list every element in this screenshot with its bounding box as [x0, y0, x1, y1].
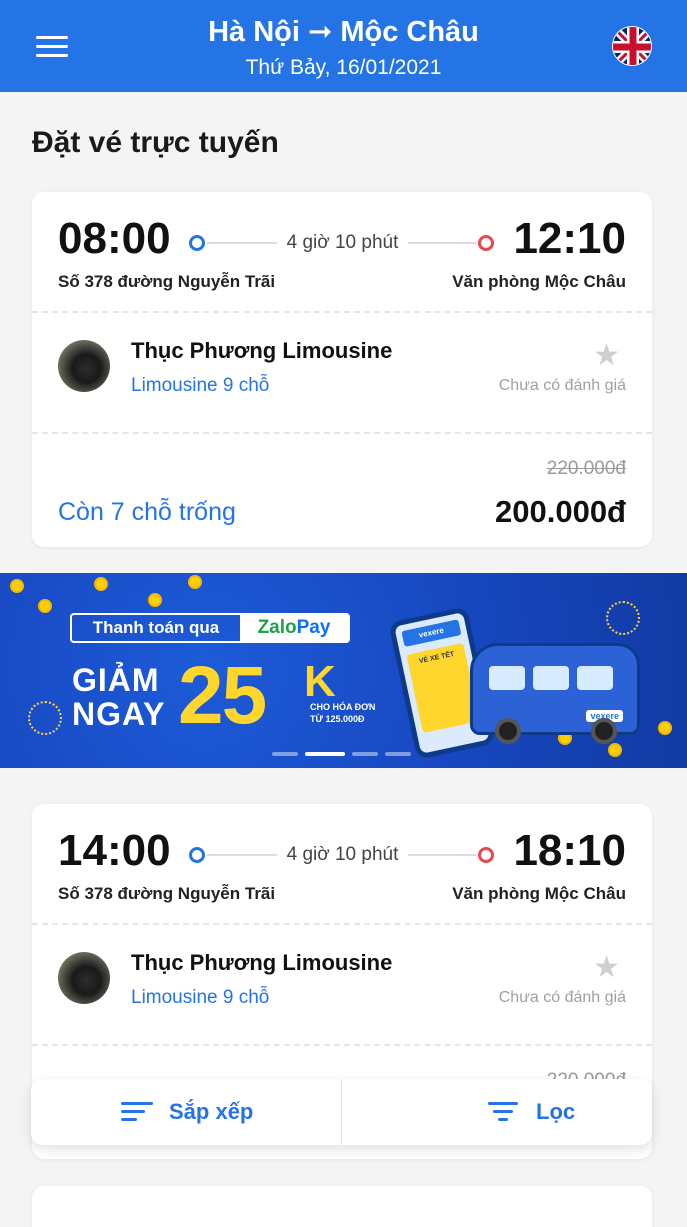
promo-condition-line2: TỪ 125.000Đ — [310, 714, 365, 724]
departure-time: 14:00 — [58, 826, 171, 875]
sort-filter-bar: Sắp xếp Lọc — [31, 1079, 652, 1145]
promo-headline-line2: NGAY — [72, 696, 166, 732]
phone-app-header: vexere — [401, 619, 462, 647]
uk-flag-icon[interactable] — [612, 26, 652, 66]
arrival-place: Văn phòng Mộc Châu — [452, 272, 626, 291]
firework-icon — [606, 601, 640, 635]
route-line — [207, 854, 277, 856]
bus-window — [533, 666, 569, 690]
carousel-dot-active[interactable] — [305, 752, 345, 756]
star-icon: ★ — [593, 951, 620, 984]
bus-window — [489, 666, 525, 690]
promo-amount: 25 — [178, 650, 267, 741]
blossom-icon — [150, 595, 160, 605]
blossom-icon — [190, 577, 200, 587]
blossom-icon — [610, 745, 620, 755]
promo-banner[interactable]: Thanh toán qua ZaloPay GIẢM NGAY 25 K CH… — [0, 573, 687, 768]
rating-text: Chưa có đánh giá — [498, 989, 626, 1006]
route-title: Hà Nội ➞ Mộc Châu — [208, 16, 479, 48]
route-line — [207, 242, 277, 244]
sort-icon — [121, 1102, 153, 1122]
carousel-dot[interactable] — [385, 752, 411, 756]
blossom-icon — [12, 581, 22, 591]
zalopay-logo-zalo: Zalo — [257, 617, 297, 638]
promo-condition-line1: CHO HÓA ĐƠN — [310, 702, 376, 712]
ticket-price: 200.000đ — [495, 494, 626, 529]
wheel-icon — [495, 718, 521, 744]
divider — [32, 1044, 652, 1046]
trip-card[interactable] — [32, 1186, 652, 1227]
arrival-place: Văn phòng Mộc Châu — [452, 884, 626, 903]
carousel-dot[interactable] — [272, 752, 298, 756]
arrival-time: 12:10 — [513, 214, 626, 263]
route-date: Thứ Bảy, 16/01/2021 — [245, 56, 442, 79]
departure-time: 08:00 — [58, 214, 171, 263]
vehicle-type: Limousine 9 chỗ — [131, 375, 270, 396]
operator-avatar — [58, 340, 110, 392]
firework-icon — [28, 701, 62, 735]
blossom-icon — [40, 601, 50, 611]
operator-name[interactable]: Thục Phương Limousine — [131, 338, 392, 364]
vehicle-type: Limousine 9 chỗ — [131, 987, 270, 1008]
departure-place: Số 378 đường Nguyễn Trãi — [58, 272, 276, 291]
promo-amount-unit: K — [304, 657, 336, 706]
payment-badge: Thanh toán qua ZaloPay — [70, 613, 350, 643]
divider — [32, 311, 652, 313]
wheel-icon — [591, 718, 617, 744]
arrival-dot-icon — [478, 847, 494, 863]
arrival-dot-icon — [478, 235, 494, 251]
bus-window — [577, 666, 613, 690]
seats-available: Còn 7 chỗ trống — [58, 498, 236, 526]
trip-duration: 4 giờ 10 phút — [286, 232, 399, 253]
blossom-icon — [660, 723, 670, 733]
route-line — [408, 854, 476, 856]
departure-place: Số 378 đường Nguyễn Trãi — [58, 884, 276, 903]
operator-avatar — [58, 952, 110, 1004]
zalopay-logo: ZaloPay — [240, 615, 348, 641]
page-title: Đặt vé trực tuyến — [32, 126, 279, 159]
trip-card[interactable]: 08:00 4 giờ 10 phút 12:10 Số 378 đường N… — [32, 192, 652, 547]
blossom-icon — [96, 579, 106, 589]
promo-headline-line1: GIẢM — [72, 662, 160, 698]
star-icon: ★ — [593, 339, 620, 372]
departure-dot-icon — [189, 847, 205, 863]
filter-icon — [488, 1102, 520, 1122]
carousel-dot[interactable] — [352, 752, 378, 756]
app-header: Hà Nội ➞ Mộc Châu Thứ Bảy, 16/01/2021 — [0, 0, 687, 92]
promo-headline: GIẢM NGAY — [72, 663, 166, 731]
payment-label: Thanh toán qua — [92, 618, 220, 637]
route-line — [408, 242, 476, 244]
bus-illustration: vexere — [470, 643, 640, 744]
zalopay-logo-pay: Pay — [296, 617, 331, 638]
divider — [32, 923, 652, 925]
original-price: 220.000đ — [546, 458, 626, 479]
rating-text: Chưa có đánh giá — [498, 377, 626, 394]
carousel-indicator — [272, 743, 418, 761]
trip-duration: 4 giờ 10 phút — [286, 844, 399, 865]
arrival-time: 18:10 — [513, 826, 626, 875]
sort-label: Sắp xếp — [169, 1099, 254, 1124]
divider — [32, 432, 652, 434]
filter-button[interactable]: Lọc — [342, 1079, 652, 1145]
sort-button[interactable]: Sắp xếp — [31, 1079, 341, 1145]
departure-dot-icon — [189, 235, 205, 251]
promo-condition: CHO HÓA ĐƠN TỪ 125.000Đ — [310, 701, 390, 725]
operator-name[interactable]: Thục Phương Limousine — [131, 950, 392, 976]
filter-label: Lọc — [536, 1099, 576, 1124]
